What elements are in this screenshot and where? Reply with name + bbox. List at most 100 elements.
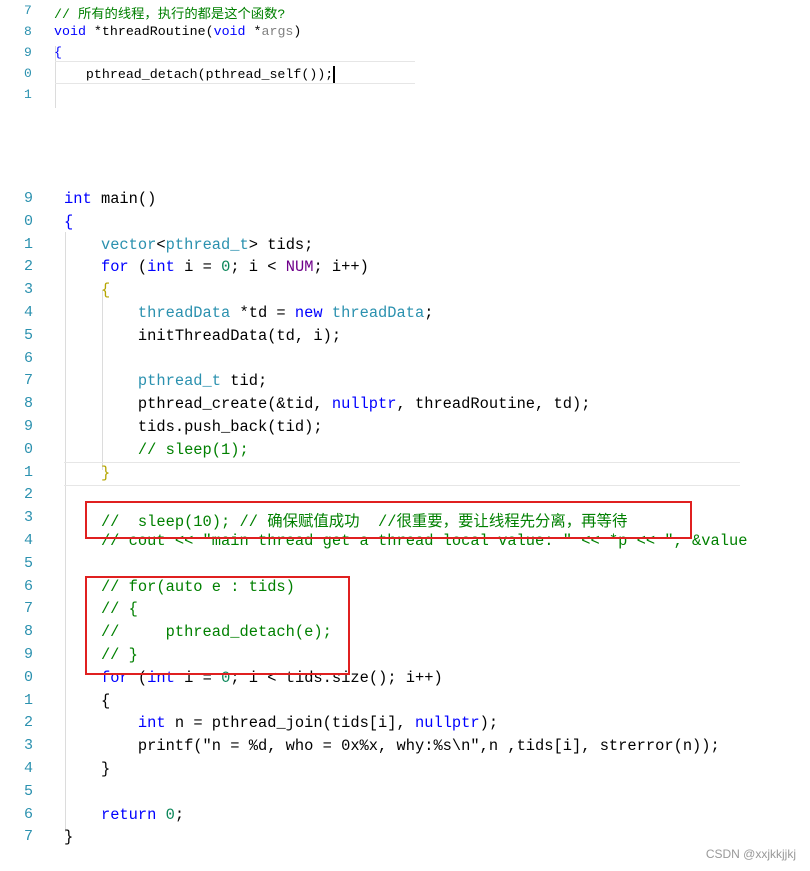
code-token: *threadRoutine(: [85, 24, 214, 39]
code-line[interactable]: }: [64, 828, 73, 846]
code-token: pthread_t: [165, 235, 249, 254]
code-token: ): [293, 24, 302, 39]
code-token: *td =: [230, 304, 295, 322]
line-number: 5: [24, 782, 34, 800]
line-number: 9: [24, 190, 34, 207]
code-line[interactable]: {: [64, 213, 73, 231]
line-number: 0: [24, 668, 34, 686]
code-line[interactable]: {: [54, 45, 62, 60]
line-number: 9: [24, 418, 34, 435]
top-code-snippet: 7 // 所有的线程，执行的都是这个函数? 8 void *threadRoutine…: [0, 0, 430, 108]
code-line[interactable]: return 0;: [64, 806, 184, 824]
code-line[interactable]: // 所有的线程，执行的都是这个函数?: [54, 3, 285, 22]
code-line[interactable]: threadData *td = new threadData;: [64, 304, 434, 322]
code-token: nullptr: [331, 395, 397, 414]
line-number: 1: [24, 463, 34, 481]
code-line[interactable]: {: [64, 692, 110, 710]
code-token: main(): [91, 190, 157, 208]
code-token: int: [147, 258, 175, 277]
code-token: ; i++): [313, 258, 369, 277]
code-line[interactable]: void *threadRoutine(void *args): [54, 24, 301, 39]
code-token: return: [100, 805, 157, 824]
code-token: printf(: [64, 737, 203, 756]
line-number: 3: [24, 737, 34, 755]
highlight-box-sleep: [85, 501, 692, 539]
code-line[interactable]: {: [64, 281, 110, 299]
code-token: ;: [174, 805, 185, 824]
line-number: 9: [24, 45, 32, 60]
code-line[interactable]: pthread_t tid;: [64, 372, 267, 390]
code-line[interactable]: pthread_detach(pthread_self());: [54, 66, 335, 83]
code-token: );: [479, 714, 499, 733]
line-number: 5: [24, 326, 34, 344]
code-token: ,n ,tids[i], strerror(n));: [479, 737, 720, 756]
code-token: }: [64, 828, 74, 847]
line-number: 7: [24, 828, 34, 846]
code-line[interactable]: }: [64, 760, 110, 778]
line-number: 2: [24, 486, 34, 504]
line-number: 3: [24, 281, 34, 299]
line-number: 4: [24, 760, 34, 777]
line-number: 7: [24, 3, 32, 18]
code-token: {: [54, 45, 62, 60]
code-line[interactable]: int n = pthread_join(tids[i], nullptr);: [64, 714, 498, 732]
code-token: pthread_t: [137, 372, 222, 391]
line-number: 6: [24, 805, 34, 823]
code-line[interactable]: for (int i = 0; i < NUM; i++): [64, 258, 369, 276]
code-token: nullptr: [414, 714, 480, 733]
code-token: 0: [221, 258, 231, 277]
code-token: }: [64, 760, 111, 778]
code-token: int: [64, 190, 92, 208]
line-number: 4: [24, 532, 34, 549]
line-number: 3: [24, 509, 34, 527]
line-number: 8: [24, 395, 34, 413]
code-token: pthread_create(&tid,: [64, 395, 332, 414]
code-token: {: [64, 212, 74, 231]
code-token: i =: [174, 258, 222, 277]
code-token: vector: [100, 235, 157, 254]
code-token: void: [54, 24, 86, 39]
code-token: for: [100, 258, 129, 277]
code-token: threadData: [331, 304, 425, 322]
watermark: CSDN @xxjkkjjkj: [705, 847, 796, 861]
line-number: 1: [24, 691, 34, 709]
code-line[interactable]: // sleep(1);: [64, 441, 249, 459]
line-number: 2: [24, 258, 34, 276]
code-line[interactable]: tids.push_back(tid);: [64, 418, 323, 436]
line-number: 8: [24, 24, 32, 39]
code-token: }: [64, 463, 111, 482]
code-token: // sleep(1);: [64, 440, 249, 459]
code-token: NUM: [285, 258, 314, 277]
code-token: , threadRoutine, td);: [396, 395, 591, 414]
line-number: 1: [24, 87, 32, 102]
line-number: 9: [24, 646, 34, 663]
code-line[interactable]: printf("n = %d, who = 0x%x, why:%s\n",n …: [64, 737, 720, 755]
code-token: ; i <: [230, 258, 286, 277]
code-token: *: [245, 24, 262, 39]
code-token: tids.push_back(tid);: [64, 418, 323, 436]
code-token: 0: [165, 805, 175, 824]
code-line[interactable]: vector<pthread_t> tids;: [64, 236, 313, 254]
line-number: 4: [24, 304, 34, 321]
line-number: 7: [24, 372, 34, 390]
code-line[interactable]: }: [64, 464, 110, 482]
code-token: {: [64, 281, 111, 300]
code-line[interactable]: pthread_create(&tid, nullptr, threadRout…: [64, 395, 591, 414]
line-number: 1: [24, 235, 34, 253]
highlight-box-detach-loop: [85, 576, 350, 675]
code-token: n = pthread_join(tids[i],: [165, 714, 415, 733]
code-line[interactable]: initThreadData(td, i);: [64, 327, 341, 345]
code-line[interactable]: int main(): [64, 190, 156, 208]
code-token: "n = %d, who = 0x%x, why:%s\n": [202, 737, 480, 756]
current-line-highlight: [64, 462, 740, 486]
code-token: pthread_detach(pthread_self());: [54, 67, 334, 83]
code-token: args: [261, 24, 294, 39]
line-number: 7: [24, 600, 34, 618]
